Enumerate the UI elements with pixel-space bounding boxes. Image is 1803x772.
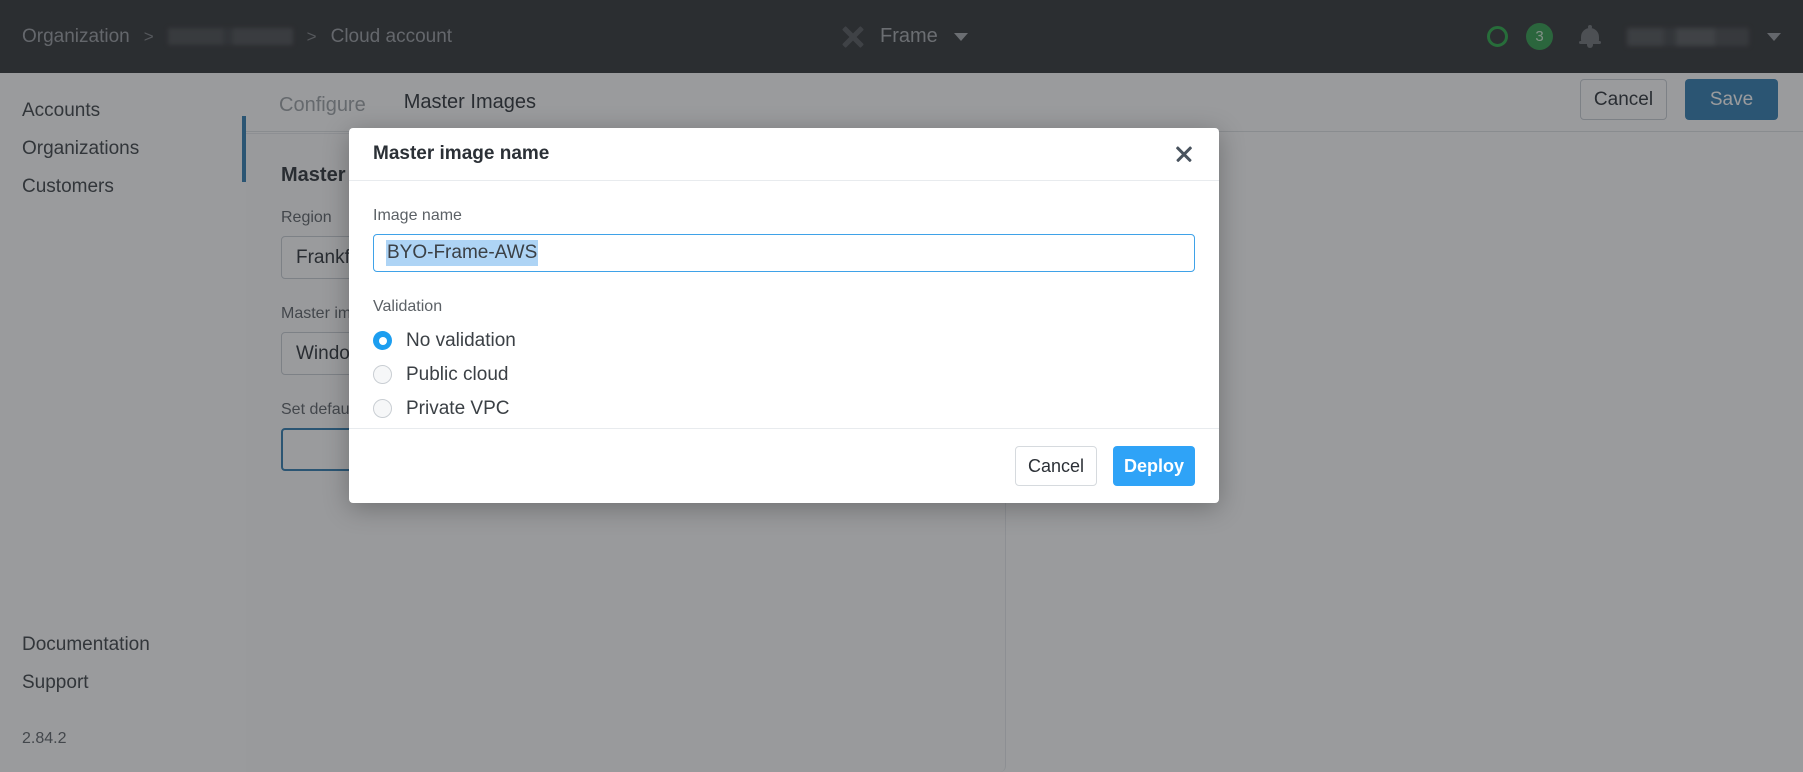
radio-indicator-icon [373, 331, 392, 350]
radio-public-cloud[interactable]: Public cloud [373, 360, 1195, 389]
radio-indicator-icon [373, 399, 392, 418]
deploy-button[interactable]: Deploy [1113, 446, 1195, 486]
radio-label: Public cloud [406, 364, 508, 386]
radio-indicator-icon [373, 365, 392, 384]
modal-cancel-button[interactable]: Cancel [1015, 446, 1097, 486]
image-name-label: Image name [373, 207, 1195, 225]
radio-private-vpc[interactable]: Private VPC [373, 394, 1195, 423]
image-name-input[interactable]: BYO-Frame-AWS [373, 234, 1195, 272]
close-icon[interactable] [1171, 141, 1197, 167]
image-name-value: BYO-Frame-AWS [386, 240, 538, 266]
master-image-name-modal: Master image name Image name BYO-Frame-A… [349, 128, 1219, 503]
modal-footer: Cancel Deploy [349, 428, 1219, 503]
validation-label: Validation [373, 298, 1195, 316]
app-root: Organization > > Cloud account Frame 3 [0, 0, 1803, 772]
radio-label: No validation [406, 330, 516, 352]
modal-body: Image name BYO-Frame-AWS Validation No v… [349, 181, 1219, 428]
radio-no-validation[interactable]: No validation [373, 326, 1195, 355]
radio-label: Private VPC [406, 398, 509, 420]
modal-title: Master image name [373, 143, 1171, 165]
modal-header: Master image name [349, 128, 1219, 181]
